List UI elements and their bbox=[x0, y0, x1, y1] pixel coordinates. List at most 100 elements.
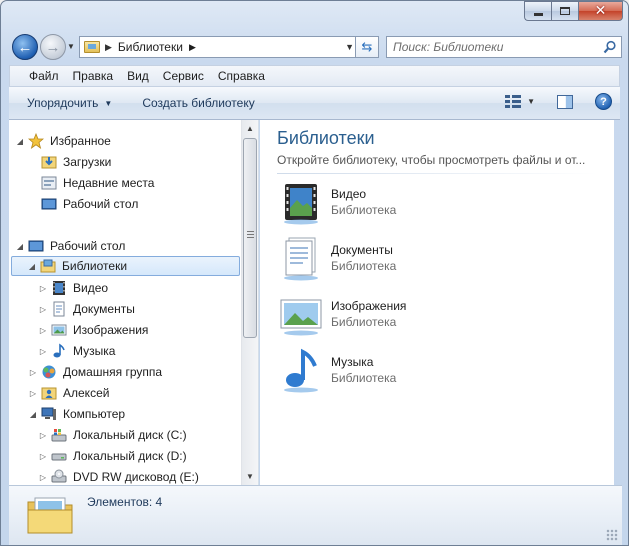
menu-edit[interactable]: Правка bbox=[66, 69, 121, 83]
tree-item-libraries[interactable]: ◢ Библиотеки bbox=[11, 256, 240, 276]
caption-buttons: ✕ bbox=[524, 1, 623, 21]
scroll-grip-icon bbox=[247, 231, 254, 239]
address-bar[interactable]: ▶ Библиотеки ▶ ▼ ⇆ bbox=[79, 36, 379, 58]
divider bbox=[277, 173, 597, 174]
library-item-video[interactable]: Видео Библиотека bbox=[277, 178, 597, 226]
tree-item-documents[interactable]: ▷ Документы bbox=[38, 299, 135, 319]
scroll-thumb[interactable] bbox=[243, 138, 257, 338]
help-icon[interactable]: ? bbox=[595, 93, 612, 110]
homegroup-icon bbox=[42, 365, 56, 379]
tree-item-pictures[interactable]: ▷ Изображения bbox=[38, 320, 149, 340]
tree-label: Алексей bbox=[63, 386, 110, 400]
tree-label: Избранное bbox=[50, 134, 111, 148]
tree-item-desktop[interactable]: ◢ Рабочий стол bbox=[15, 236, 125, 256]
downloads-folder-icon bbox=[41, 156, 57, 169]
address-dropdown-icon[interactable]: ▼ bbox=[345, 42, 354, 52]
tree-expander-icon[interactable]: ▷ bbox=[28, 368, 38, 377]
forward-arrow-icon: → bbox=[45, 38, 61, 56]
tree-item-homegroup[interactable]: ▷ Домашняя группа bbox=[28, 362, 162, 382]
tree-item-desktop-favorite[interactable]: Рабочий стол bbox=[28, 194, 138, 214]
close-button[interactable]: ✕ bbox=[578, 1, 623, 21]
pictures-icon bbox=[51, 324, 67, 336]
forward-button[interactable]: → bbox=[40, 34, 66, 60]
tree-label: Видео bbox=[73, 281, 109, 295]
menu-tools[interactable]: Сервис bbox=[156, 69, 211, 83]
menu-help[interactable]: Справка bbox=[211, 69, 272, 83]
library-item-documents[interactable]: Документы Библиотека bbox=[277, 234, 597, 282]
search-input[interactable]: Поиск: Библиотеки bbox=[386, 36, 622, 58]
library-name: Документы bbox=[331, 243, 393, 257]
recent-places-icon bbox=[41, 176, 57, 190]
close-icon: ✕ bbox=[594, 3, 607, 19]
command-bar: Упорядочить ▼ Создать библиотеку ▼ ? bbox=[9, 87, 620, 120]
navigation-pane-scrollbar[interactable]: ▲ ▼ bbox=[241, 120, 258, 485]
view-dropdown-icon[interactable]: ▼ bbox=[527, 97, 535, 106]
minimize-button[interactable] bbox=[524, 1, 551, 21]
desktop-icon bbox=[41, 198, 57, 210]
tree-item-computer[interactable]: ◢ Компьютер bbox=[28, 404, 125, 424]
details-pane: Элементов: 4 bbox=[9, 485, 622, 545]
resize-grip-icon[interactable] bbox=[606, 529, 618, 541]
tree-item-favorites[interactable]: ◢ Избранное bbox=[15, 131, 111, 151]
change-view-icon[interactable] bbox=[505, 94, 522, 109]
chevron-down-icon: ▼ bbox=[104, 98, 113, 108]
library-kind: Библиотека bbox=[331, 259, 397, 273]
tree-expander-icon[interactable]: ▷ bbox=[38, 305, 48, 314]
tree-item-user-aleksey[interactable]: ▷ Алексей bbox=[28, 383, 110, 403]
menu-view[interactable]: Вид bbox=[120, 69, 156, 83]
tree-item-downloads[interactable]: Загрузки bbox=[28, 152, 111, 172]
menu-bar: Файл Правка Вид Сервис Справка bbox=[9, 65, 620, 87]
breadcrumb-chevron-icon[interactable]: ▶ bbox=[189, 42, 196, 53]
pictures-library-icon bbox=[280, 299, 322, 336]
breadcrumb-separator-icon[interactable]: ▶ bbox=[105, 42, 112, 53]
tree-expander-icon[interactable]: ▷ bbox=[38, 452, 48, 461]
tree-expander-icon[interactable]: ▷ bbox=[28, 389, 38, 398]
tree-expander-icon[interactable]: ▷ bbox=[38, 431, 48, 440]
organize-button[interactable]: Упорядочить ▼ bbox=[27, 96, 112, 110]
tree-expander-icon[interactable]: ◢ bbox=[15, 242, 25, 251]
tree-item-drive-c[interactable]: ▷ Локальный диск (C:) bbox=[38, 425, 187, 445]
back-button[interactable]: ← bbox=[12, 34, 38, 60]
video-library-icon bbox=[284, 184, 318, 225]
organize-label: Упорядочить bbox=[27, 96, 99, 110]
search-icon[interactable] bbox=[603, 40, 617, 54]
tree-item-dvd-drive[interactable]: ▷ DVD RW дисковод (E:) bbox=[38, 467, 199, 485]
tree-expander-icon[interactable]: ▷ bbox=[38, 473, 48, 482]
tree-item-music[interactable]: ▷ Музыка bbox=[38, 341, 115, 361]
user-folder-icon bbox=[41, 387, 57, 400]
tree-expander-icon[interactable]: ◢ bbox=[27, 262, 37, 271]
item-count: Элементов: 4 bbox=[87, 495, 163, 509]
tree-expander-icon[interactable]: ▷ bbox=[38, 347, 48, 356]
tree-label: Музыка bbox=[73, 344, 116, 358]
search-placeholder: Поиск: Библиотеки bbox=[393, 40, 504, 54]
tree-expander-icon[interactable]: ◢ bbox=[15, 137, 25, 146]
tree-label: Домашняя группа bbox=[63, 365, 163, 379]
tree-expander-icon[interactable]: ◢ bbox=[28, 410, 38, 419]
music-icon bbox=[53, 343, 65, 358]
library-name: Музыка bbox=[331, 355, 374, 369]
tree-item-video[interactable]: ▷ Видео bbox=[38, 278, 108, 298]
library-kind: Библиотека bbox=[331, 371, 397, 385]
tree-label: Компьютер bbox=[63, 407, 126, 421]
tree-label: Изображения bbox=[73, 323, 149, 337]
scroll-down-icon[interactable]: ▼ bbox=[242, 468, 258, 485]
dvd-drive-icon bbox=[51, 469, 67, 483]
library-item-music[interactable]: Музыка Библиотека bbox=[277, 346, 597, 394]
tree-label: Локальный диск (C:) bbox=[73, 428, 187, 442]
preview-pane-icon[interactable] bbox=[557, 94, 573, 109]
tree-item-drive-d[interactable]: ▷ Локальный диск (D:) bbox=[38, 446, 187, 466]
menu-file[interactable]: Файл bbox=[22, 69, 66, 83]
page-subtitle: Откройте библиотеку, чтобы просмотреть ф… bbox=[277, 153, 586, 167]
tree-item-recent-places[interactable]: Недавние места bbox=[28, 173, 154, 193]
history-dropdown-icon[interactable]: ▼ bbox=[67, 42, 75, 51]
refresh-button[interactable]: ⇆ bbox=[355, 36, 379, 58]
breadcrumb-libraries[interactable]: Библиотеки bbox=[118, 40, 183, 54]
tree-label: Недавние места bbox=[63, 176, 155, 190]
maximize-button[interactable] bbox=[551, 1, 578, 21]
video-icon bbox=[53, 281, 65, 295]
library-item-pictures[interactable]: Изображения Библиотека bbox=[277, 290, 597, 338]
create-library-button[interactable]: Создать библиотеку bbox=[142, 96, 254, 110]
tree-expander-icon[interactable]: ▷ bbox=[38, 284, 48, 293]
scroll-up-icon[interactable]: ▲ bbox=[242, 120, 258, 137]
tree-expander-icon[interactable]: ▷ bbox=[38, 326, 48, 335]
